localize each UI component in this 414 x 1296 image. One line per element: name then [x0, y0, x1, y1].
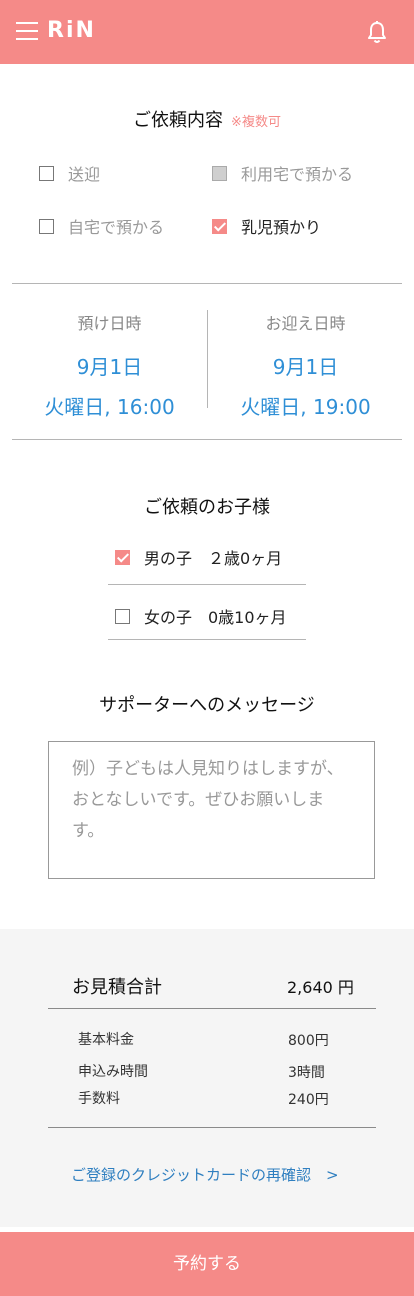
option-label: 送迎 [68, 165, 101, 184]
hamburger-menu-icon[interactable] [16, 22, 38, 42]
option-label: 乳児預かり [241, 218, 322, 237]
checkbox-transport[interactable] [39, 165, 54, 181]
pickup-label: お迎え日時 [265, 314, 346, 333]
child-divider [108, 639, 306, 640]
divider [12, 283, 402, 284]
checkbox-infant-care-checked[interactable] [212, 218, 227, 234]
fee-value-commission: 240円 [288, 1092, 329, 1108]
estimate-divider [48, 1127, 376, 1128]
fee-value-duration: 3時間 [288, 1065, 325, 1081]
message-textarea[interactable]: 例）子どもは人見知りはしますが、おとなしいです。ぜひお願いします。 [48, 741, 375, 879]
option-transport[interactable]: 送迎 [39, 161, 100, 185]
option-infant-care[interactable]: 乳児預かり [212, 214, 321, 238]
request-title: ご依頼内容 [133, 110, 224, 131]
option-care-at-user-home: 利用宅で預かる [212, 161, 353, 185]
estimate-total: 2,640 円 [287, 978, 354, 997]
dropoff-label: 預け日時 [77, 314, 142, 333]
reserve-button[interactable]: 予約する [0, 1232, 414, 1296]
pickup-time: 火曜日, 19:00 [240, 395, 371, 419]
option-care-at-own-home[interactable]: 自宅で預かる [39, 214, 164, 238]
app-logo: RiN [47, 18, 96, 43]
app-header: RiN [0, 0, 414, 64]
child-label: 女の子 0歳10ヶ月 [144, 608, 287, 627]
child-item-boy[interactable]: 男の子 ２歳0ヶ月 [115, 545, 282, 569]
multiple-allowed-note: ※複数可 [231, 115, 281, 130]
fee-label-duration: 申込み時間 [78, 1064, 148, 1080]
dropoff-time: 火曜日, 16:00 [44, 395, 175, 419]
divider [12, 439, 402, 440]
child-divider [108, 584, 306, 585]
checkbox-child-boy-checked[interactable] [115, 549, 130, 565]
fee-label-base: 基本料金 [78, 1032, 134, 1048]
child-label: 男の子 ２歳0ヶ月 [144, 549, 283, 568]
estimate-title: お見積合計 [72, 977, 162, 998]
checkbox-care-at-user-home-disabled [212, 165, 227, 181]
checkbox-child-girl[interactable] [115, 608, 130, 624]
child-item-girl[interactable]: 女の子 0歳10ヶ月 [115, 604, 287, 628]
dropoff-datetime[interactable]: 預け日時 9月1日 火曜日, 16:00 [12, 310, 207, 420]
pickup-date: 9月1日 [272, 355, 339, 379]
estimate-divider [48, 1008, 376, 1009]
request-title-row: ご依頼内容 ※複数可 [0, 106, 414, 132]
pickup-datetime[interactable]: お迎え日時 9月1日 火曜日, 19:00 [208, 310, 403, 420]
credit-card-confirm-link[interactable]: ご登録のクレジットカードの再確認 > [71, 1164, 339, 1185]
option-label: 自宅で預かる [68, 218, 165, 237]
dropoff-date: 9月1日 [76, 355, 143, 379]
option-label: 利用宅で預かる [241, 165, 354, 184]
checkbox-care-at-own-home[interactable] [39, 218, 54, 234]
fee-value-base: 800円 [288, 1033, 329, 1049]
message-title: サポーターへのメッセージ [99, 695, 315, 716]
fee-label-commission: 手数料 [78, 1091, 120, 1107]
bell-icon[interactable] [366, 20, 388, 44]
children-title: ご依頼のお子様 [144, 497, 270, 518]
